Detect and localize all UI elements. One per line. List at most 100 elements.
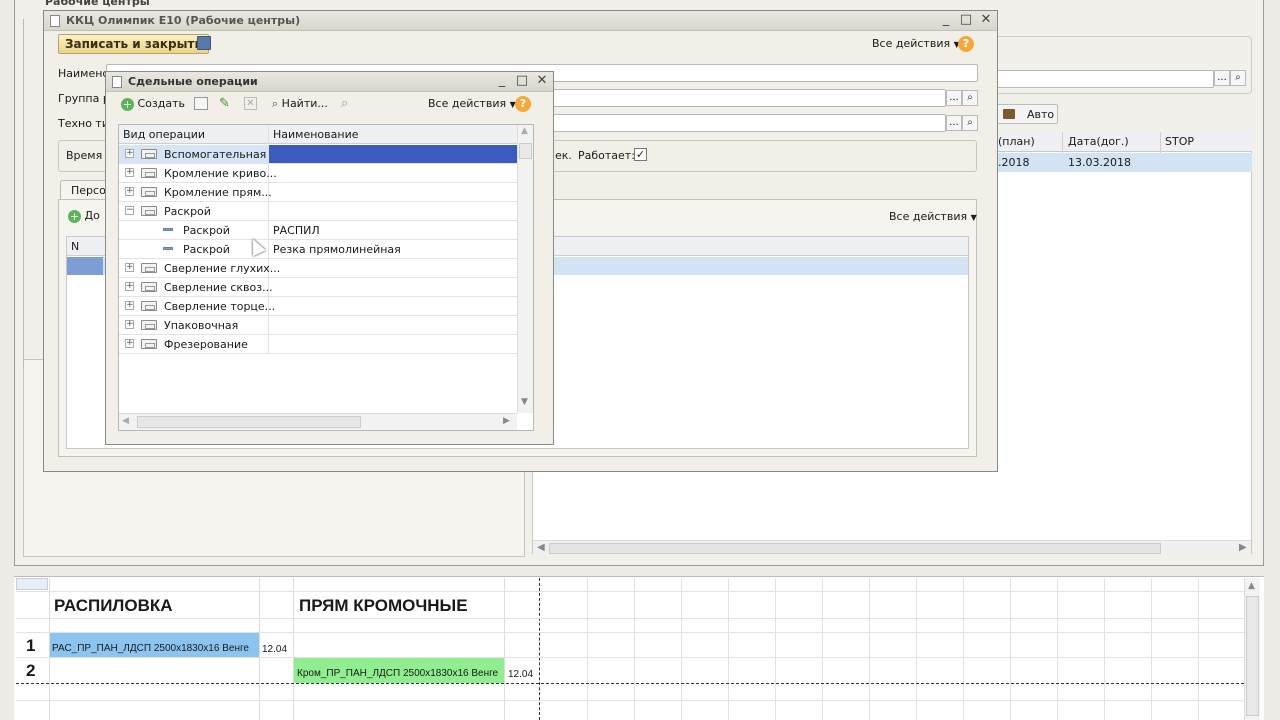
expand-icon[interactable]: + — [125, 339, 134, 348]
minimize-icon[interactable]: _ — [939, 13, 953, 27]
dialog-help-icon[interactable]: ? — [515, 96, 531, 112]
right-select-button[interactable]: ... — [1214, 70, 1230, 86]
tree-group-row[interactable]: + Сверление торце... — [119, 297, 517, 316]
delete-icon[interactable]: ✕ — [244, 97, 257, 110]
works-label: Работает: — [578, 149, 635, 162]
auto-button[interactable]: Авто — [996, 104, 1058, 124]
group-search-icon[interactable]: ⌕ — [962, 90, 978, 106]
briefcase-icon — [1003, 109, 1015, 119]
tree-group-row[interactable]: + Сверление глухих... — [119, 259, 517, 278]
expand-icon[interactable]: + — [125, 149, 134, 158]
dialog-titlebar[interactable]: Сдельные операции _ □ ✕ — [106, 72, 553, 92]
inner-all-actions-menu[interactable]: Все действия ▼ — [889, 210, 977, 223]
col-header-plan[interactable]: (план) — [998, 135, 1035, 148]
find-icon: ⌕ — [272, 97, 279, 110]
close-icon[interactable]: ✕ — [979, 13, 993, 27]
save-and-close-button[interactable]: Записать и закрыть — [58, 34, 210, 54]
tree-item-row[interactable]: Раскрой Резка прямолинейная — [119, 240, 517, 259]
cancel-search-icon[interactable]: ⌕ — [341, 96, 348, 111]
scroll-down-icon[interactable]: ▼ — [521, 397, 528, 407]
tree-group-row[interactable]: + Сверление сквоз... — [119, 278, 517, 297]
maximize-icon[interactable]: □ — [515, 74, 529, 88]
tree-hscroll[interactable]: ◀ ▶ — [119, 413, 517, 430]
col-header-name[interactable]: Наименование — [273, 128, 358, 141]
works-checkbox[interactable]: ✓ — [634, 148, 647, 161]
document-icon — [50, 14, 60, 27]
tree-vscroll[interactable]: ▲ ▼ — [517, 125, 533, 413]
expand-icon[interactable]: + — [125, 168, 134, 177]
create-button[interactable]: + Создать — [121, 97, 185, 111]
sheet-vscroll[interactable]: ▲ — [1244, 578, 1260, 720]
tree-row-name: Резка прямолинейная — [273, 243, 401, 256]
collapse-icon[interactable]: − — [125, 206, 134, 215]
tech-label: Техно ти — [58, 117, 106, 130]
right-search-icon[interactable]: ⌕ — [1230, 70, 1246, 86]
personnel-tab-label: Персо — [71, 184, 106, 197]
scroll-right-icon[interactable]: ▶ — [1239, 542, 1247, 553]
personnel-tab[interactable]: Персо — [60, 180, 110, 200]
scroll-up-icon[interactable]: ▲ — [521, 126, 528, 136]
tree-group-row[interactable]: + Кромление прям... — [119, 183, 517, 202]
minimize-icon[interactable]: _ — [495, 74, 509, 88]
tree-group-row[interactable]: − Раскрой — [119, 202, 517, 221]
sheet-header-left: РАСПИЛОВКА — [54, 596, 173, 615]
col-header-op-type[interactable]: Вид операции — [123, 128, 205, 141]
vscroll-thumb[interactable] — [1246, 596, 1259, 716]
row-number-2: 2 — [26, 661, 36, 680]
tree-group-row[interactable]: + Кромление криво... — [119, 164, 517, 183]
col-header-date[interactable]: Дата(дог.) — [1068, 135, 1129, 148]
create-icon: + — [121, 97, 134, 111]
group-label: Группа р — [58, 92, 106, 105]
right-name-input[interactable] — [996, 70, 1214, 88]
expand-icon[interactable]: + — [125, 187, 134, 196]
expand-icon[interactable]: + — [125, 282, 134, 291]
dialog-title: Сдельные операции — [128, 75, 258, 88]
save-icon[interactable] — [197, 36, 211, 50]
vscroll-thumb[interactable] — [519, 143, 532, 159]
sheet-hline — [16, 591, 1244, 592]
expand-icon[interactable]: + — [125, 301, 134, 310]
col-header-n[interactable]: N — [71, 240, 79, 253]
page-break-hline — [16, 683, 1244, 684]
sheet-vline — [1057, 578, 1058, 720]
scroll-left-icon[interactable]: ◀ — [122, 416, 129, 426]
scroll-left-icon[interactable]: ◀ — [537, 542, 545, 553]
dialog-all-actions-menu[interactable]: Все действия ▼ — [428, 97, 516, 110]
scroll-right-icon[interactable]: ▶ — [503, 416, 510, 426]
group-select-button[interactable]: ... — [946, 90, 962, 106]
sheet-vline — [916, 578, 917, 720]
tree-group-row[interactable]: + Фрезерование — [119, 335, 517, 354]
tree-group-row[interactable]: + Вспомогательная — [119, 145, 517, 164]
row1-job-text: РАС_ПР_ПАН_ЛДСП 2500x1830x16 Венге — [52, 643, 249, 654]
hscroll-thumb[interactable] — [549, 543, 1161, 554]
edit-icon[interactable]: ✎ — [219, 96, 230, 111]
sheet-vline — [775, 578, 776, 720]
add-group-icon[interactable] — [194, 97, 208, 110]
tree-item-row[interactable]: Раскрой РАСПИЛ — [119, 221, 517, 240]
auto-label: Авто — [1027, 108, 1055, 121]
maximize-icon[interactable]: □ — [959, 13, 973, 27]
scroll-up-icon[interactable]: ▲ — [1248, 581, 1255, 591]
col-header-stop[interactable]: STOP — [1165, 135, 1194, 148]
tech-select-button[interactable]: ... — [946, 115, 962, 131]
close-icon[interactable]: ✕ — [535, 74, 549, 88]
add-button[interactable]: + До — [68, 209, 100, 223]
help-icon[interactable]: ? — [958, 36, 974, 52]
expand-icon[interactable]: + — [125, 320, 134, 329]
inner-grid-row-marker — [67, 257, 103, 275]
find-button[interactable]: ⌕ Найти... — [272, 97, 328, 111]
hscroll-thumb[interactable] — [137, 416, 361, 428]
main-window-titlebar[interactable]: ККЦ Олимпик Е10 (Рабочие центры) _ □ ✕ — [44, 11, 997, 31]
row2-job-cell[interactable]: Кром_ПР_ПАН_ЛДСП 2500x1830x16 Венге — [294, 658, 504, 683]
tech-search-icon[interactable]: ⌕ — [962, 115, 978, 131]
all-actions-menu[interactable]: Все действия ▼ — [872, 37, 960, 50]
row1-job-cell[interactable]: РАС_ПР_ПАН_ЛДСП 2500x1830x16 Венге — [50, 633, 259, 657]
add-icon: + — [68, 209, 81, 223]
bottom-hscroll[interactable]: ◀ ▶ — [533, 540, 1251, 556]
tree-row-label: Вспомогательная — [164, 148, 267, 161]
tree-group-row[interactable]: + Упаковочная — [119, 316, 517, 335]
expand-icon[interactable]: + — [125, 263, 134, 272]
document-icon — [112, 75, 122, 88]
sheet-vline — [1010, 578, 1011, 720]
folder-icon — [141, 187, 157, 197]
